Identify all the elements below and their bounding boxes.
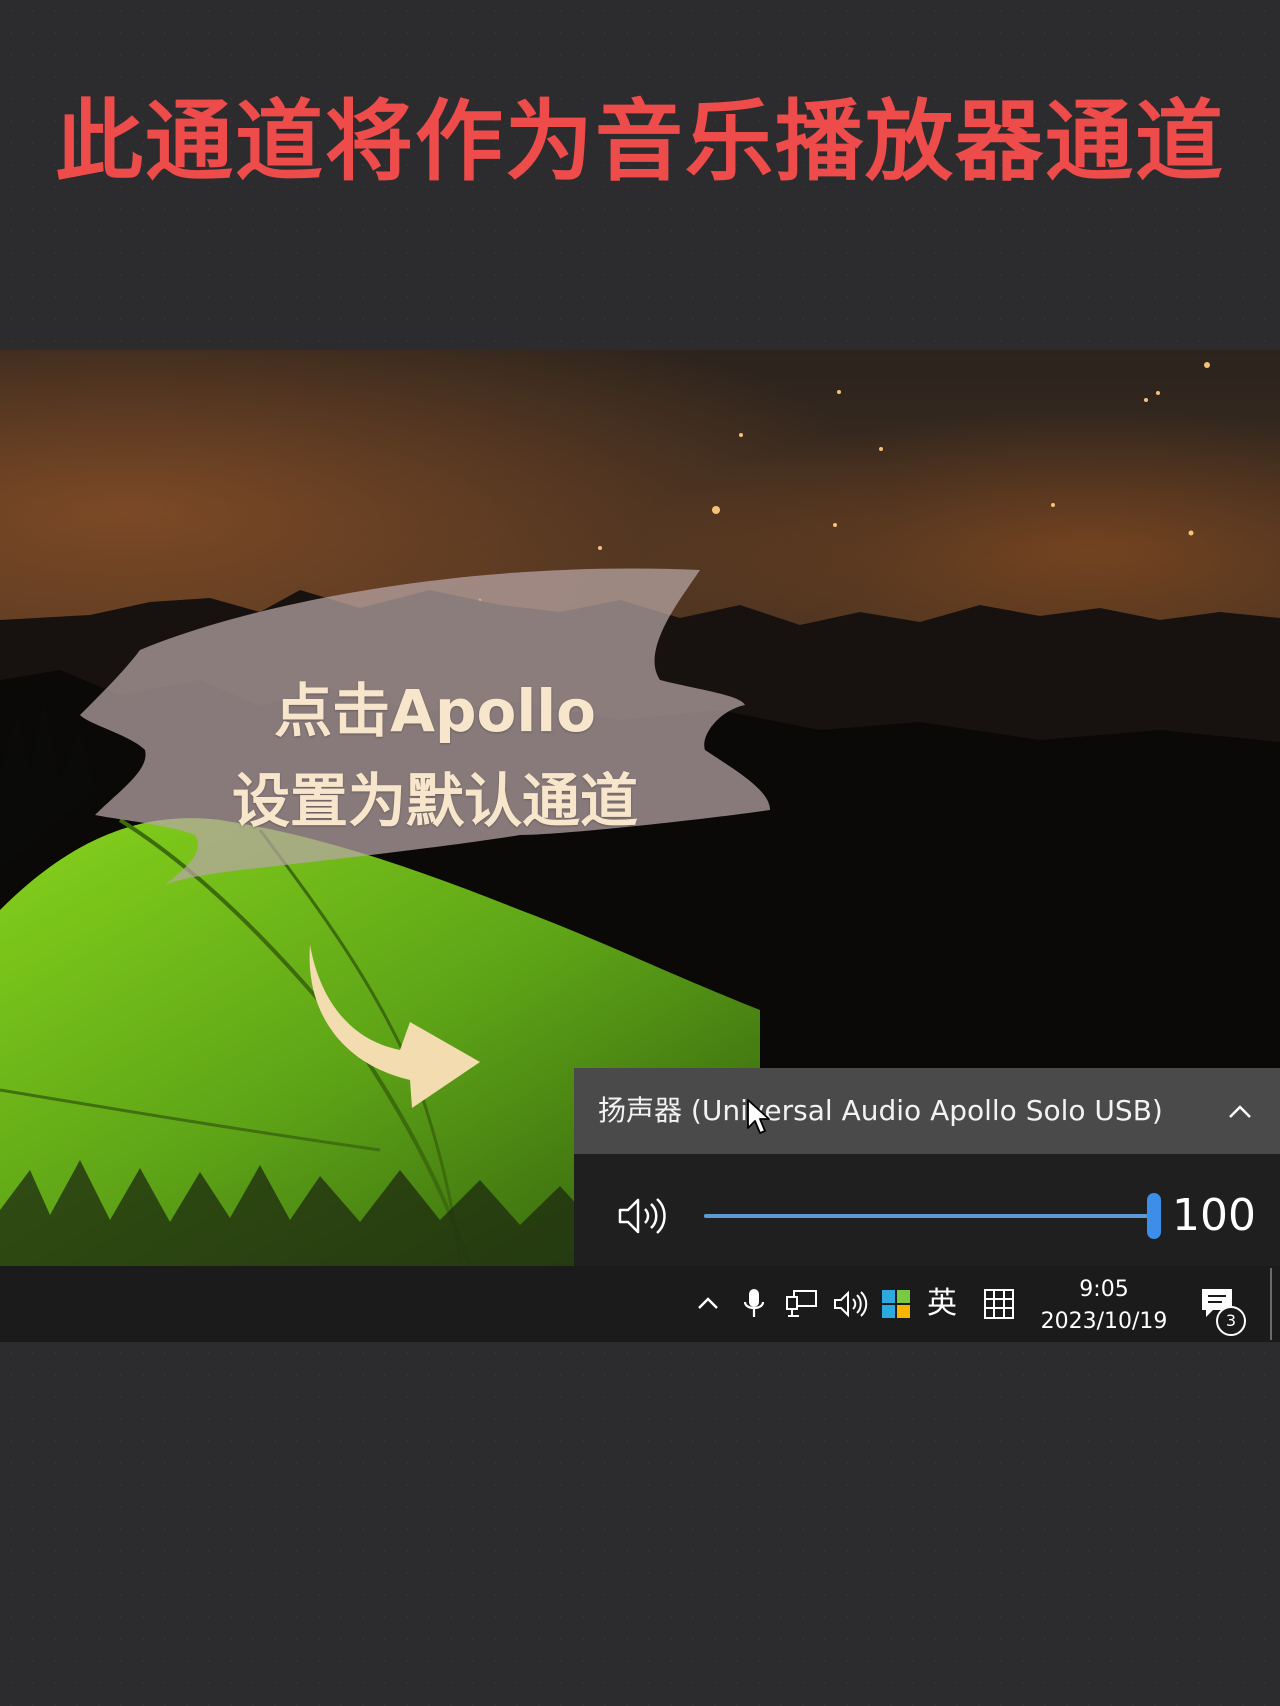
network-icon <box>786 1290 817 1317</box>
playback-device-selector[interactable]: 扬声器 (Universal Audio Apollo Solo USB) <box>574 1068 1280 1154</box>
volume-slider-fill <box>704 1214 1154 1218</box>
taskbar-clock[interactable]: 9:05 2023/10/19 <box>1026 1274 1182 1338</box>
callout-line-2: 设置为默认通道 <box>231 767 638 835</box>
app-tile-icon <box>882 1290 910 1318</box>
mouse-cursor-icon <box>747 1099 770 1134</box>
show-desktop-button[interactable] <box>1270 1268 1272 1340</box>
notification-count-badge: 3 <box>1216 1306 1246 1336</box>
clock-date: 2023/10/19 <box>1040 1309 1168 1334</box>
volume-value: 100 <box>1172 1190 1256 1241</box>
ime-pinyin-icon <box>984 1289 1014 1319</box>
speaker-icon <box>834 1290 868 1318</box>
screenshot: 点击Apollo 设置为默认通道 扬声器 (Universal Audio Ap… <box>0 350 1280 1342</box>
chevron-up-icon[interactable] <box>1224 1096 1256 1128</box>
input-language-button[interactable]: 英 <box>920 1266 964 1342</box>
callout-text: 点击Apollo 设置为默认通道 <box>150 666 720 846</box>
network-button[interactable] <box>782 1266 822 1342</box>
volume-tray-button[interactable] <box>830 1266 870 1342</box>
app-tray-button[interactable] <box>878 1266 914 1342</box>
show-hidden-icons-button[interactable] <box>690 1266 726 1342</box>
microphone-icon <box>743 1289 765 1317</box>
callout-line-1: 点击Apollo <box>274 677 596 745</box>
ime-mode-button[interactable] <box>978 1266 1020 1342</box>
volume-slider-thumb[interactable] <box>1147 1193 1161 1239</box>
volume-flyout: 扬声器 (Universal Audio Apollo Solo USB) 10… <box>574 1068 1280 1266</box>
headline: 此通道将作为音乐播放器通道 <box>54 90 1225 193</box>
chevron-up-icon <box>698 1297 718 1309</box>
clock-time: 9:05 <box>1079 1277 1129 1302</box>
microphone-button[interactable] <box>738 1266 770 1342</box>
taskbar: 英 9:05 2023/10/19 3 <box>0 1266 1280 1342</box>
device-name[interactable]: 扬声器 (Universal Audio Apollo Solo USB) <box>598 1092 1163 1130</box>
volume-slider[interactable] <box>704 1190 1161 1242</box>
input-language-label: 英 <box>927 1286 957 1321</box>
speaker-icon[interactable] <box>616 1194 668 1238</box>
